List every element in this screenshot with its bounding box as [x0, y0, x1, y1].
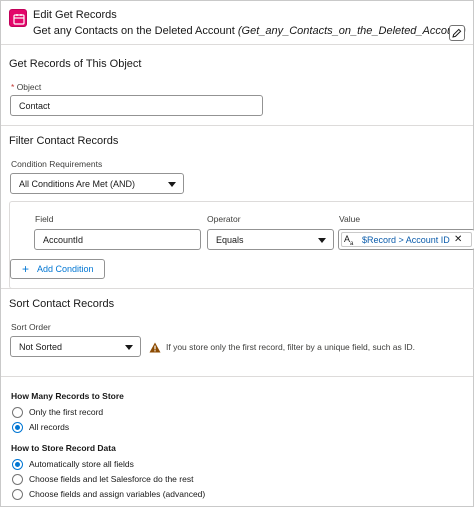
add-condition-button[interactable]: + Add Condition [10, 259, 105, 279]
object-label-text: Object [16, 82, 42, 92]
sort-order-value: Not Sorted [19, 342, 63, 352]
edit-label-button[interactable] [449, 25, 465, 41]
object-section-title: Get Records of This Object [9, 58, 142, 70]
condition-requirements-value: All Conditions Are Met (AND) [19, 179, 136, 189]
radio-label: Choose fields and assign variables (adva… [29, 489, 206, 499]
divider [1, 376, 473, 377]
radio-label: Only the first record [29, 407, 104, 417]
radio-label: Choose fields and let Salesforce do the … [29, 474, 194, 484]
element-label-text: Get any Contacts on the Deleted Account [33, 25, 235, 37]
required-marker: * [11, 82, 15, 92]
sort-section-title: Sort Contact Records [9, 298, 115, 310]
text-type-icon: Aa [344, 234, 354, 247]
sort-order-select[interactable]: Not Sorted [10, 336, 141, 357]
operator-select[interactable]: Equals [207, 229, 334, 250]
field-column-header: Field [35, 214, 54, 224]
how-to-store-label: How to Store Record Data [11, 443, 116, 453]
add-condition-label: Add Condition [37, 264, 94, 274]
operator-column-header: Operator [207, 214, 241, 224]
value-pill-text: $Record > Account ID [362, 235, 450, 245]
get-records-icon [9, 9, 27, 27]
element-label: Get any Contacts on the Deleted Account … [33, 25, 466, 37]
sort-warning-text: If you store only the first record, filt… [166, 342, 415, 352]
radio-button[interactable] [12, 474, 23, 485]
edit-get-records-panel: Edit Get Records Get any Contacts on the… [0, 0, 474, 507]
value-column-header: Value [339, 214, 361, 224]
value-input[interactable]: Aa $Record > Account ID ✕ [338, 229, 474, 250]
sort-order-label: Sort Order [11, 322, 51, 332]
radio-label: Automatically store all fields [29, 459, 134, 469]
plus-icon: + [22, 262, 30, 276]
chevron-down-icon [318, 238, 326, 243]
radio-button-selected[interactable] [12, 422, 23, 433]
how-many-records-label: How Many Records to Store [11, 391, 124, 401]
divider [1, 125, 473, 126]
divider [1, 288, 473, 289]
condition-requirements-label: Condition Requirements [11, 159, 103, 169]
object-label: * Object [11, 82, 41, 92]
value-pill: Aa $Record > Account ID ✕ [341, 232, 472, 247]
condition-requirements-select[interactable]: All Conditions Are Met (AND) [10, 173, 184, 194]
chevron-down-icon [125, 345, 133, 350]
operator-value: Equals [216, 235, 244, 245]
field-input[interactable]: AccountId [34, 229, 201, 250]
radio-button[interactable] [12, 489, 23, 500]
pencil-icon [452, 28, 462, 38]
radio-button[interactable] [12, 407, 23, 418]
page-title: Edit Get Records [33, 9, 117, 21]
radio-label: All records [29, 422, 70, 432]
filter-section-title: Filter Contact Records [9, 135, 119, 147]
chevron-down-icon [168, 182, 176, 187]
warning-icon [149, 342, 161, 353]
radio-button-selected[interactable] [12, 459, 23, 470]
element-api-name: (Get_any_Contacts_on_the_Deleted_Account… [237, 25, 466, 37]
object-input[interactable]: Contact [10, 95, 263, 116]
close-icon[interactable]: ✕ [454, 234, 462, 245]
panel-header: Edit Get Records Get any Contacts on the… [1, 1, 473, 45]
